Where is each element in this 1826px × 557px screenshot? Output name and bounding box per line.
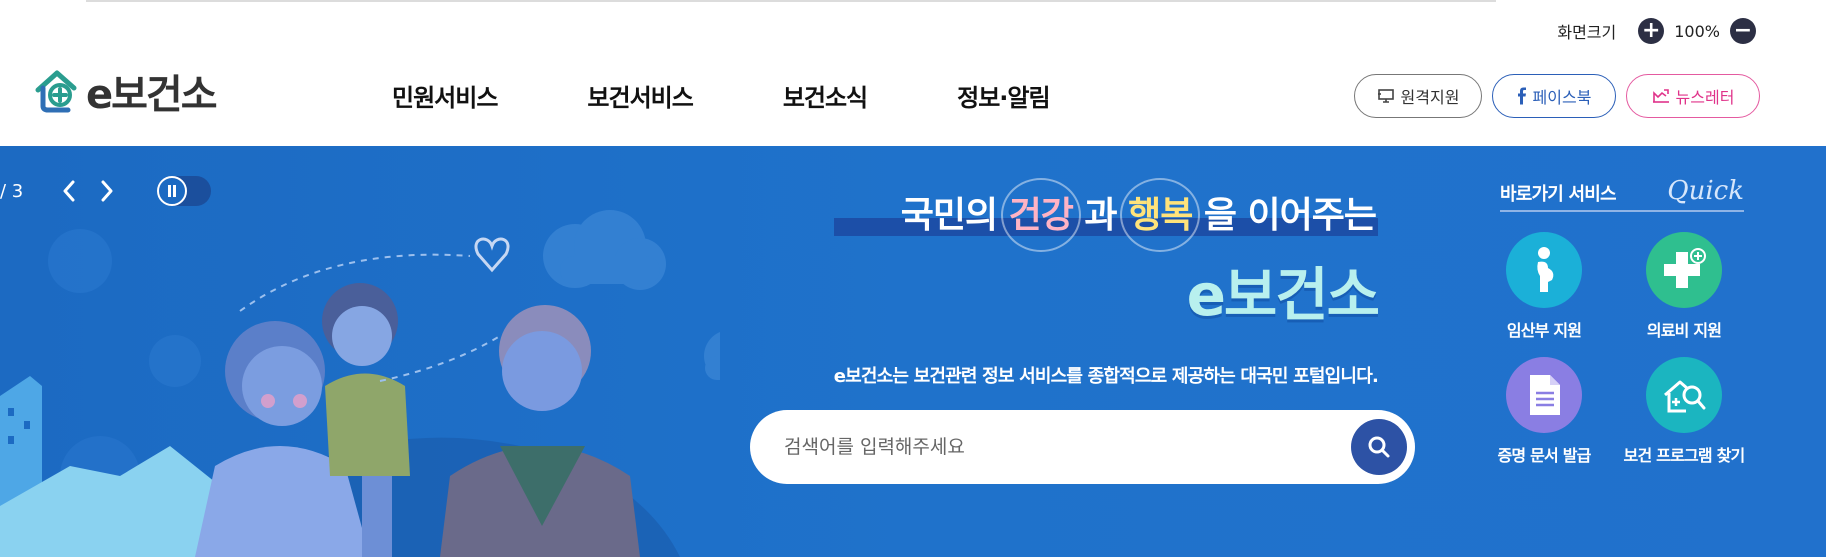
quick-grid: 임산부 지원 의료비 지원 증명 문서 발급 보건 프로그램 찾기 — [1484, 232, 1746, 466]
tagline-part1: 국민의 — [900, 195, 1009, 236]
pause-icon — [157, 176, 188, 206]
zoom-out-button[interactable]: − — [1730, 18, 1756, 44]
nav-health-services[interactable]: 보건서비스 — [587, 78, 693, 113]
zoom-in-button[interactable]: + — [1638, 18, 1665, 44]
quick-item-health-program[interactable]: 보건 프로그램 찾기 — [1623, 357, 1746, 466]
chevron-right-icon — [101, 180, 113, 202]
search-house-icon — [1664, 380, 1706, 413]
slide-prev-button[interactable] — [59, 179, 79, 203]
tagline-part3: 을 이어주는 — [1192, 195, 1377, 236]
facebook-button[interactable]: 페이스북 — [1492, 74, 1616, 118]
zoom-label: 화면크기 — [1557, 23, 1617, 42]
pregnant-icon — [1537, 247, 1554, 292]
quick-item-pregnancy[interactable]: 임산부 지원 — [1484, 232, 1604, 341]
slide-next-button[interactable] — [97, 179, 117, 203]
monitor-icon — [1377, 89, 1394, 103]
search-box — [750, 410, 1415, 484]
headline-tagline: 국민의 건강 과 행복 을 이어주는 — [833, 178, 1378, 252]
search-icon — [1368, 436, 1390, 458]
tagline-health: 건강 — [1000, 178, 1082, 252]
site-logo[interactable]: e보건소 — [34, 66, 218, 118]
quick-title: 바로가기 서비스 — [1500, 184, 1617, 205]
logo-house-icon — [35, 70, 77, 113]
quick-circle — [1646, 232, 1722, 308]
quick-circle — [1506, 232, 1582, 308]
header-links: 원격지원 페이스북 뉴스레터 — [1354, 74, 1760, 118]
quick-label: 증명 문서 발급 — [1497, 446, 1591, 465]
quick-label: 보건 프로그램 찾기 — [1623, 446, 1746, 465]
scroll-track — [86, 0, 1496, 2]
chevron-left-icon — [63, 180, 75, 202]
slide-pause-toggle[interactable] — [157, 176, 212, 206]
newsletter-label: 뉴스레터 — [1675, 88, 1735, 107]
minus-icon: − — [1733, 18, 1753, 43]
quick-header: 바로가기 서비스 Quick — [1500, 176, 1744, 212]
logo-text: e보건소 — [86, 72, 218, 118]
hero-headline: 국민의 건강 과 행복 을 이어주는 e보건소 e보건소는 보건관련 정보 서비… — [833, 178, 1380, 388]
quick-circle — [1646, 357, 1722, 433]
nav-civil-services[interactable]: 민원서비스 — [392, 78, 498, 113]
quick-item-medical-cost[interactable]: 의료비 지원 — [1624, 232, 1744, 341]
facebook-icon — [1517, 87, 1526, 105]
nav-info-notice[interactable]: 정보·알림 — [957, 78, 1050, 113]
hero-illustration — [0, 210, 720, 557]
quick-services: 바로가기 서비스 Quick 임산부 지원 의료비 지원 증명 문서 발급 보건… — [1497, 176, 1745, 466]
slide-controls: / 3 — [0, 176, 212, 206]
quick-label: 임산부 지원 — [1506, 321, 1582, 340]
quick-script-label: Quick — [1667, 176, 1744, 206]
search-button[interactable] — [1351, 419, 1407, 475]
remote-support-button[interactable]: 원격지원 — [1354, 74, 1482, 118]
remote-support-label: 원격지원 — [1400, 88, 1460, 107]
tagline-happiness: 행복 — [1120, 178, 1201, 252]
slide-counter: / 3 — [0, 180, 24, 202]
browser-top-strip — [0, 0, 1826, 4]
hero-banner: / 3 국민의 건강 과 행복 을 이어주는 e보건소 e보건소는 보건관련 정… — [0, 146, 1826, 557]
document-icon — [1530, 375, 1560, 415]
quick-label: 의료비 지원 — [1646, 321, 1722, 340]
nav-health-news[interactable]: 보건소식 — [783, 78, 868, 113]
headline-description: e보건소는 보건관련 정보 서비스를 종합적으로 제공하는 대국민 포털입니다. — [833, 366, 1379, 387]
headline-brand: e보건소 — [1186, 261, 1380, 329]
main-navigation: 민원서비스 보건서비스 보건소식 정보·알림 — [392, 78, 1140, 113]
quick-item-documents[interactable]: 증명 문서 발급 — [1484, 357, 1604, 466]
zoom-value: 100% — [1674, 21, 1720, 41]
zoom-controls: 화면크기 + 100% − — [1557, 18, 1756, 44]
newsletter-button[interactable]: 뉴스레터 — [1626, 74, 1760, 118]
plus-icon: + — [1642, 18, 1661, 43]
medical-cross-icon — [1664, 248, 1706, 288]
newsletter-icon — [1652, 89, 1669, 103]
quick-circle — [1506, 357, 1582, 433]
search-input[interactable] — [784, 436, 1351, 458]
facebook-label: 페이스북 — [1532, 88, 1592, 107]
